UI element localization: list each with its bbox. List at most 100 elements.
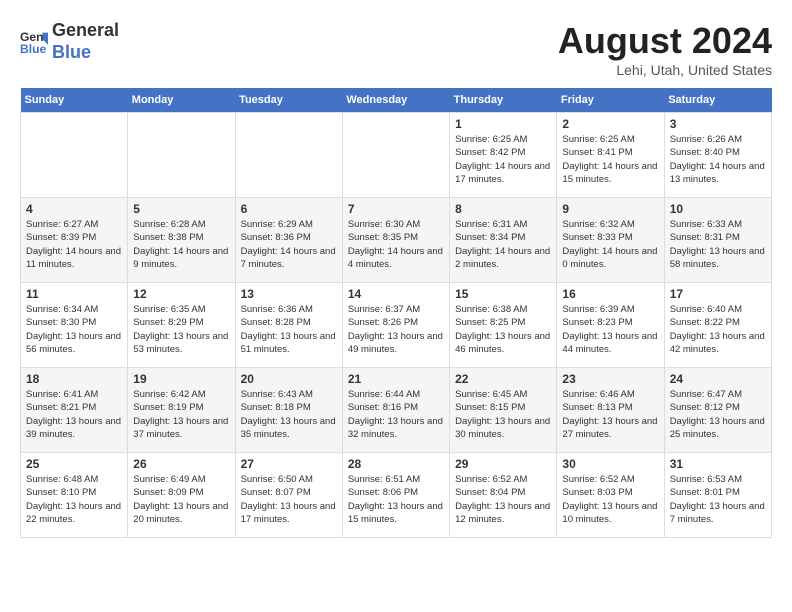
day-info: Sunrise: 6:38 AMSunset: 8:25 PMDaylight:… [455, 303, 551, 356]
calendar-header: SundayMondayTuesdayWednesdayThursdayFrid… [21, 88, 772, 113]
day-number: 28 [348, 457, 444, 471]
day-number: 5 [133, 202, 229, 216]
logo-general-text: General [52, 20, 119, 42]
weekday-header-wednesday: Wednesday [342, 88, 449, 113]
calendar-cell: 17 Sunrise: 6:40 AMSunset: 8:22 PMDayligh… [664, 283, 771, 368]
calendar-table: SundayMondayTuesdayWednesdayThursdayFrid… [20, 88, 772, 538]
day-info: Sunrise: 6:25 AMSunset: 8:42 PMDaylight:… [455, 133, 551, 186]
calendar-week-row: 11 Sunrise: 6:34 AMSunset: 8:30 PMDayligh… [21, 283, 772, 368]
calendar-cell: 29 Sunrise: 6:52 AMSunset: 8:04 PMDayligh… [450, 453, 557, 538]
day-number: 17 [670, 287, 766, 301]
day-info: Sunrise: 6:29 AMSunset: 8:36 PMDaylight:… [241, 218, 337, 271]
calendar-cell: 2 Sunrise: 6:25 AMSunset: 8:41 PMDaylight… [557, 113, 664, 198]
calendar-cell: 15 Sunrise: 6:38 AMSunset: 8:25 PMDayligh… [450, 283, 557, 368]
day-info: Sunrise: 6:52 AMSunset: 8:04 PMDaylight:… [455, 473, 551, 526]
day-number: 10 [670, 202, 766, 216]
day-info: Sunrise: 6:34 AMSunset: 8:30 PMDaylight:… [26, 303, 122, 356]
calendar-cell: 23Sunrise: 6:46 AMSunset: 8:13 PMDayligh… [557, 368, 664, 453]
calendar-cell: 28Sunrise: 6:51 AMSunset: 8:06 PMDayligh… [342, 453, 449, 538]
day-info: Sunrise: 6:39 AMSunset: 8:23 PMDaylight:… [562, 303, 658, 356]
day-number: 27 [241, 457, 337, 471]
calendar-cell: 27 Sunrise: 6:50 AMSunset: 8:07 PMDayligh… [235, 453, 342, 538]
day-info: Sunrise: 6:35 AMSunset: 8:29 PMDaylight:… [133, 303, 229, 356]
weekday-header-tuesday: Tuesday [235, 88, 342, 113]
day-info: Sunrise: 6:36 AMSunset: 8:28 PMDaylight:… [241, 303, 337, 356]
weekday-header-thursday: Thursday [450, 88, 557, 113]
calendar-cell: 11 Sunrise: 6:34 AMSunset: 8:30 PMDayligh… [21, 283, 128, 368]
day-info: Sunrise: 6:28 AMSunset: 8:38 PMDaylight:… [133, 218, 229, 271]
day-number: 20 [241, 372, 337, 386]
calendar-cell: 31Sunrise: 6:53 AMSunset: 8:01 PMDayligh… [664, 453, 771, 538]
calendar-cell [21, 113, 128, 198]
calendar-cell [235, 113, 342, 198]
day-info: Sunrise: 6:44 AMSunset: 8:16 PMDaylight:… [348, 388, 444, 441]
day-number: 3 [670, 117, 766, 131]
calendar-body: 1 Sunrise: 6:25 AMSunset: 8:42 PMDaylight… [21, 113, 772, 538]
weekday-header-saturday: Saturday [664, 88, 771, 113]
calendar-cell: 5 Sunrise: 6:28 AMSunset: 8:38 PMDaylight… [128, 198, 235, 283]
day-info: Sunrise: 6:48 AMSunset: 8:10 PMDaylight:… [26, 473, 122, 526]
page-header: General Blue General Blue August 2024 Le… [20, 20, 772, 78]
day-info: Sunrise: 6:31 AMSunset: 8:34 PMDaylight:… [455, 218, 551, 271]
calendar-cell: 21 Sunrise: 6:44 AMSunset: 8:16 PMDayligh… [342, 368, 449, 453]
day-number: 14 [348, 287, 444, 301]
day-number: 23 [562, 372, 658, 386]
month-year-title: August 2024 [558, 20, 772, 62]
calendar-cell: 25Sunrise: 6:48 AMSunset: 8:10 PMDayligh… [21, 453, 128, 538]
day-number: 2 [562, 117, 658, 131]
day-number: 7 [348, 202, 444, 216]
day-info: Sunrise: 6:42 AMSunset: 8:19 PMDaylight:… [133, 388, 229, 441]
calendar-week-row: 4Sunrise: 6:27 AMSunset: 8:39 PMDaylight… [21, 198, 772, 283]
day-info: Sunrise: 6:41 AMSunset: 8:21 PMDaylight:… [26, 388, 122, 441]
day-info: Sunrise: 6:27 AMSunset: 8:39 PMDaylight:… [26, 218, 122, 271]
day-number: 29 [455, 457, 551, 471]
calendar-cell: 6 Sunrise: 6:29 AMSunset: 8:36 PMDaylight… [235, 198, 342, 283]
day-info: Sunrise: 6:49 AMSunset: 8:09 PMDaylight:… [133, 473, 229, 526]
calendar-cell: 22 Sunrise: 6:45 AMSunset: 8:15 PMDayligh… [450, 368, 557, 453]
location-subtitle: Lehi, Utah, United States [558, 62, 772, 78]
day-info: Sunrise: 6:45 AMSunset: 8:15 PMDaylight:… [455, 388, 551, 441]
day-info: Sunrise: 6:30 AMSunset: 8:35 PMDaylight:… [348, 218, 444, 271]
day-number: 19 [133, 372, 229, 386]
calendar-cell: 16 Sunrise: 6:39 AMSunset: 8:23 PMDayligh… [557, 283, 664, 368]
day-number: 24 [670, 372, 766, 386]
day-number: 16 [562, 287, 658, 301]
day-number: 13 [241, 287, 337, 301]
weekday-header-monday: Monday [128, 88, 235, 113]
weekday-header-friday: Friday [557, 88, 664, 113]
weekday-header-sunday: Sunday [21, 88, 128, 113]
day-info: Sunrise: 6:40 AMSunset: 8:22 PMDaylight:… [670, 303, 766, 356]
calendar-cell: 13 Sunrise: 6:36 AMSunset: 8:28 PMDayligh… [235, 283, 342, 368]
logo: General Blue General Blue [20, 20, 119, 63]
calendar-cell: 7 Sunrise: 6:30 AMSunset: 8:35 PMDaylight… [342, 198, 449, 283]
calendar-cell: 8 Sunrise: 6:31 AMSunset: 8:34 PMDaylight… [450, 198, 557, 283]
calendar-cell [128, 113, 235, 198]
calendar-cell [342, 113, 449, 198]
calendar-cell: 30Sunrise: 6:52 AMSunset: 8:03 PMDayligh… [557, 453, 664, 538]
day-number: 6 [241, 202, 337, 216]
calendar-cell: 26 Sunrise: 6:49 AMSunset: 8:09 PMDayligh… [128, 453, 235, 538]
day-number: 15 [455, 287, 551, 301]
day-number: 1 [455, 117, 551, 131]
day-info: Sunrise: 6:32 AMSunset: 8:33 PMDaylight:… [562, 218, 658, 271]
calendar-week-row: 1 Sunrise: 6:25 AMSunset: 8:42 PMDaylight… [21, 113, 772, 198]
day-number: 18 [26, 372, 122, 386]
day-info: Sunrise: 6:47 AMSunset: 8:12 PMDaylight:… [670, 388, 766, 441]
day-info: Sunrise: 6:52 AMSunset: 8:03 PMDaylight:… [562, 473, 658, 526]
weekday-header-row: SundayMondayTuesdayWednesdayThursdayFrid… [21, 88, 772, 113]
calendar-week-row: 18 Sunrise: 6:41 AMSunset: 8:21 PMDayligh… [21, 368, 772, 453]
title-block: August 2024 Lehi, Utah, United States [558, 20, 772, 78]
day-number: 21 [348, 372, 444, 386]
calendar-cell: 10Sunrise: 6:33 AMSunset: 8:31 PMDayligh… [664, 198, 771, 283]
calendar-cell: 14Sunrise: 6:37 AMSunset: 8:26 PMDayligh… [342, 283, 449, 368]
day-number: 8 [455, 202, 551, 216]
day-info: Sunrise: 6:50 AMSunset: 8:07 PMDaylight:… [241, 473, 337, 526]
day-number: 9 [562, 202, 658, 216]
day-info: Sunrise: 6:25 AMSunset: 8:41 PMDaylight:… [562, 133, 658, 186]
calendar-cell: 20Sunrise: 6:43 AMSunset: 8:18 PMDayligh… [235, 368, 342, 453]
calendar-cell: 1 Sunrise: 6:25 AMSunset: 8:42 PMDaylight… [450, 113, 557, 198]
day-number: 22 [455, 372, 551, 386]
day-number: 11 [26, 287, 122, 301]
day-number: 26 [133, 457, 229, 471]
calendar-cell: 18 Sunrise: 6:41 AMSunset: 8:21 PMDayligh… [21, 368, 128, 453]
